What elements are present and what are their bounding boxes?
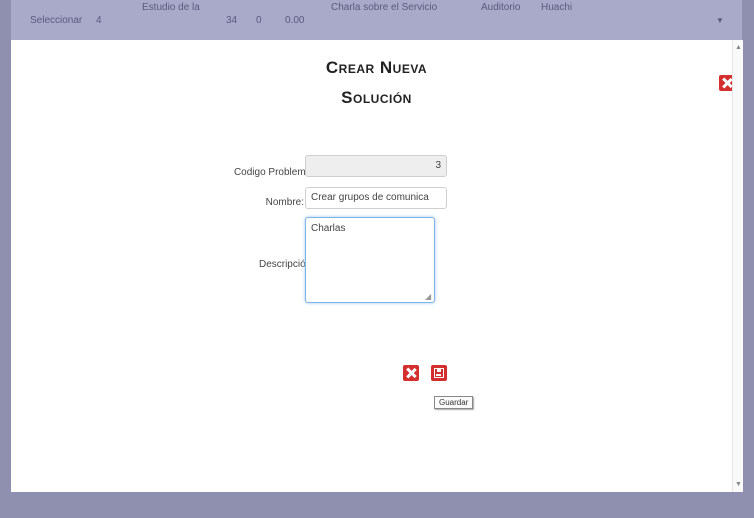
nombre-label: Nombre: (265, 197, 304, 208)
scroll-down-icon[interactable]: ▼ (735, 481, 742, 488)
frame-bottom-border (0, 492, 754, 518)
save-icon (434, 368, 444, 378)
bg-cell-city: Huachi (541, 2, 573, 13)
modal-title-line1: Crear Nueva (325, 58, 428, 77)
bg-cell-problem: Estudio de la (142, 2, 200, 13)
crear-solucion-modal: Crear Nueva Solución Codigo Problema: 3 … (11, 40, 742, 492)
bg-cell-select[interactable]: Seleccionar (30, 15, 82, 26)
modal-title-line2: Solución (341, 88, 412, 107)
background-table-row: Seleccionar 4 Estudio de la 34 0 0.00 Ch… (0, 0, 754, 40)
modal-scrollbar[interactable]: ▲ ▼ (732, 40, 743, 492)
descripcion-textarea[interactable]: Charlas (305, 217, 435, 303)
bg-cell-num2: 0 (256, 15, 262, 26)
bg-cell-num3: 0.00 (285, 15, 305, 26)
frame-right-border (742, 0, 754, 518)
bg-cell-place: Auditorio (481, 2, 521, 13)
bg-cell-activity: Charla sobre el Servicio (331, 2, 438, 13)
bg-cell-id: 4 (96, 15, 102, 26)
dropdown-arrow-icon[interactable]: ▼ (716, 16, 724, 25)
resize-grip-icon[interactable]: ◢ (425, 292, 431, 301)
cancel-button[interactable] (403, 365, 419, 381)
descripcion-label: Descripción: (258, 259, 314, 270)
save-button[interactable] (431, 365, 447, 381)
codigo-problema-label: Codigo Problema: (233, 167, 314, 178)
save-tooltip: Guardar (434, 396, 474, 409)
bg-cell-num1: 34 (226, 15, 238, 26)
scroll-up-icon[interactable]: ▲ (735, 44, 742, 51)
frame-left-border (0, 0, 11, 518)
nombre-input[interactable]: Crear grupos de comunica (305, 187, 447, 209)
codigo-problema-field: 3 (305, 155, 447, 177)
